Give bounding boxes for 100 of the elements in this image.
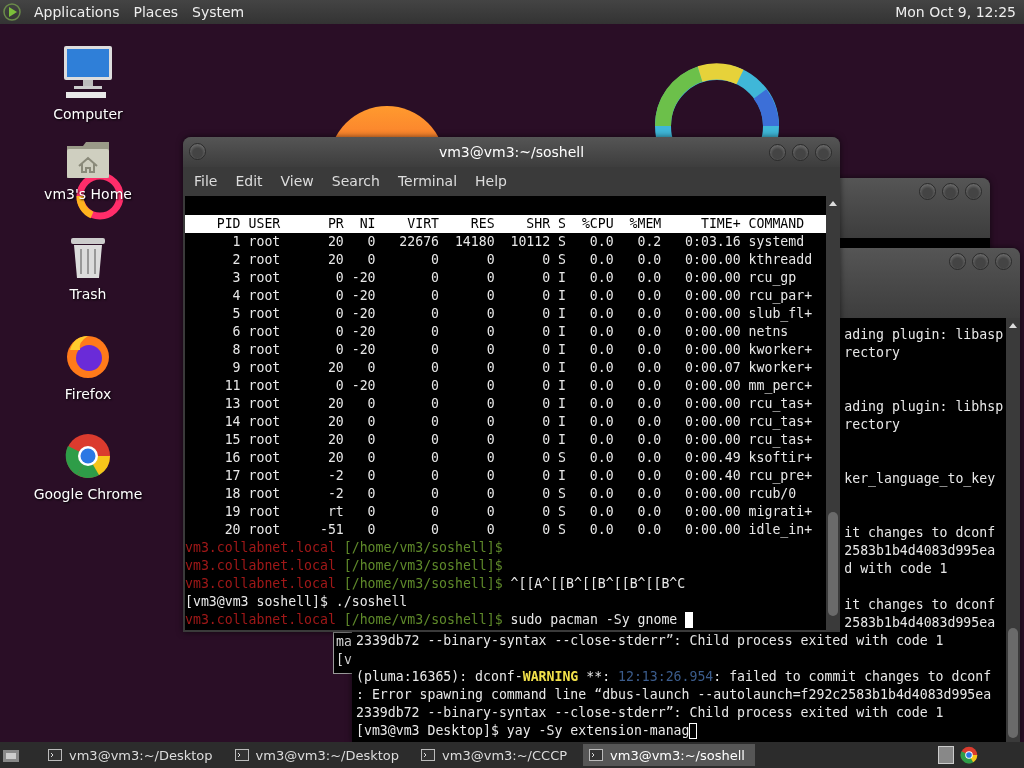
window-button-icon[interactable] — [769, 143, 786, 161]
table-cell-text: 15 — [223, 431, 241, 449]
taskbar-button[interactable]: vm3@vm3:~/Desktop — [228, 744, 410, 766]
home-folder-icon[interactable] — [65, 140, 111, 180]
scrollbar[interactable] — [1006, 318, 1020, 742]
table-cell: I — [558, 377, 566, 395]
trash-icon[interactable] — [69, 236, 107, 280]
table-cell-text: 0 — [541, 503, 551, 521]
table-cell: -20 — [351, 323, 376, 341]
table-cell-text: 0 — [541, 449, 551, 467]
window-button-icon[interactable] — [919, 183, 936, 200]
play-logo-icon[interactable] — [2, 2, 22, 22]
table-cell-text: 0:00.00 — [684, 503, 741, 521]
panel-menu[interactable]: Places — [133, 4, 179, 20]
table-cell-text: 0.0 — [636, 341, 662, 359]
table-cell-text: 0:00.00 — [684, 287, 741, 305]
show-desktop-icon[interactable] — [2, 747, 20, 763]
table-cell-text: 0:00.49 — [684, 449, 741, 467]
window-button-icon[interactable] — [972, 253, 989, 270]
window-button-icon[interactable] — [815, 143, 832, 161]
table-cell-text: 0.0 — [636, 503, 662, 521]
chrome-circle-icon[interactable] — [64, 432, 112, 480]
table-cell-text: 0 — [366, 413, 376, 431]
table-cell-text: 0:00.00 — [684, 431, 741, 449]
terminal-line: (pluma:16365): dconf-WARNING **: 12:13:26.954: failed to commit changes to dconf — [356, 668, 992, 686]
table-cell-text: 0 — [430, 305, 439, 323]
scrollbar[interactable] — [826, 196, 840, 630]
terminal-line: it changes to dconf — [844, 524, 996, 542]
window-menu-icon[interactable] — [189, 143, 206, 160]
table-cell-text: 0 — [541, 269, 551, 287]
table-cell-text: rcub/0 — [748, 485, 798, 503]
table-cell: I — [558, 269, 566, 287]
table-cell: I — [558, 359, 566, 377]
window-button-icon[interactable] — [995, 253, 1012, 270]
menu-item[interactable]: Edit — [226, 173, 272, 189]
table-cell: rcu_tas+ — [748, 413, 813, 431]
taskbar-button[interactable]: vm3@vm3:~/Desktop — [42, 744, 223, 766]
table-cell: I — [558, 413, 566, 431]
table-cell-text: systemd — [748, 233, 806, 251]
menu-item[interactable]: View — [271, 173, 323, 189]
table-cell-text: 0 — [485, 251, 495, 269]
window-button-icon[interactable] — [942, 183, 959, 200]
workspace-switcher[interactable] — [938, 746, 954, 764]
table-cell: kthreadd — [748, 251, 813, 269]
table-cell-text: 0 — [485, 395, 495, 413]
table-cell-text: 0 — [366, 467, 376, 485]
table-cell-text: 0.0 — [588, 269, 614, 287]
terminal-line: [vm3@vm3 soshell]$ ./soshell — [185, 593, 408, 611]
table-cell-text: 0 — [485, 503, 495, 521]
menu-item[interactable]: Search — [322, 173, 389, 189]
table-cell-text: 0 — [485, 377, 495, 395]
terminal-line: ker_language_to_key — [844, 470, 996, 488]
window-button-icon[interactable] — [965, 183, 982, 200]
chrome-circle-icon[interactable] — [960, 746, 978, 764]
desktop-icon-label[interactable]: Computer — [53, 106, 123, 122]
table-cell-text: 0 — [334, 341, 344, 359]
table-cell-text: netns — [748, 323, 790, 341]
terminal-line: 2339db72 --binary-syntax --close-stderr”: Child process exited with code 1 — [356, 704, 944, 722]
table-cell-text: 20 — [326, 413, 344, 431]
menu-item[interactable]: File — [185, 173, 227, 189]
table-cell: rcu_tas+ — [748, 431, 813, 449]
table-cell-text: root — [248, 485, 282, 503]
table-cell-text: root — [248, 395, 282, 413]
table-cell-text: root — [248, 521, 282, 539]
taskbar-button[interactable]: vm3@vm3:~/CCCP — [415, 744, 578, 766]
menu-item[interactable]: Help — [466, 173, 516, 189]
clock[interactable]: Mon Oct 9, 12:25 — [895, 4, 1016, 20]
table-cell-text: 0 — [430, 521, 439, 539]
desktop-icon-label[interactable]: Firefox — [64, 386, 112, 402]
table-cell: slub_fl+ — [748, 305, 813, 323]
computer-icon[interactable] — [62, 44, 114, 100]
table-cell-text: 0 — [541, 395, 551, 413]
table-cell-text: 3 — [231, 269, 241, 287]
desktop-icon-label[interactable]: Trash — [69, 286, 107, 302]
table-cell-text: 0 — [430, 467, 439, 485]
window-button-icon[interactable] — [792, 143, 809, 161]
taskbar-button[interactable]: vm3@vm3:~/soshell — [583, 744, 755, 766]
menu-item[interactable]: Terminal — [388, 173, 467, 189]
panel-menu[interactable]: Applications — [34, 4, 120, 20]
table-cell-text: 20 — [326, 251, 344, 269]
panel-menu[interactable]: System — [192, 4, 245, 20]
table-cell-text: 0:00.00 — [684, 323, 741, 341]
desktop-icon-label[interactable]: Google Chrome — [33, 486, 143, 502]
table-cell-text: 0 — [485, 269, 495, 287]
terminal-icon — [234, 749, 249, 761]
table-cell-text: 0 — [541, 251, 551, 269]
table-cell-text: 0 — [541, 305, 551, 323]
table-cell-text: 0 — [334, 323, 344, 341]
table-cell-text: 0.0 — [636, 521, 662, 539]
table-cell-text: root — [248, 251, 282, 269]
table-cell-text: 2 — [231, 251, 241, 269]
table-cell-text: 0.0 — [636, 287, 662, 305]
table-cell-text: 1 — [231, 233, 241, 251]
table-cell-text: 0 — [430, 503, 439, 521]
table-cell-text: 0 — [541, 287, 551, 305]
table-cell-text: 0 — [430, 431, 439, 449]
table-cell-text: 20 — [326, 449, 344, 467]
window-button-icon[interactable] — [949, 253, 966, 270]
table-cell: I — [558, 467, 566, 485]
table-cell-text: 0.0 — [588, 377, 614, 395]
